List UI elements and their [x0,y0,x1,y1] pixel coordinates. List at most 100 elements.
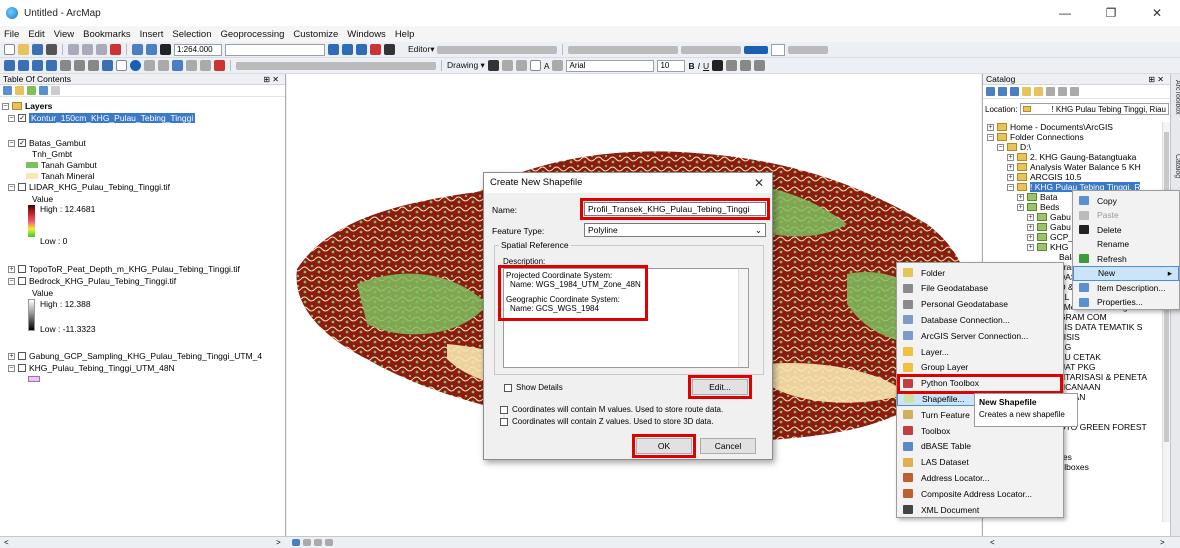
refresh-view-icon[interactable] [314,539,322,546]
zoom-in-icon[interactable] [4,60,15,71]
redo-icon[interactable] [146,44,157,55]
new-menu-item-xml-document[interactable]: XML Document [897,502,1063,517]
catalog-window-icon[interactable] [356,44,367,55]
catalog-tree-item[interactable]: + GCP_ [1027,232,1073,242]
georef-tools-strip[interactable] [681,45,742,54]
name-input[interactable]: Profil_Transek_KHG_Pulau_Tebing_Tinggi [584,202,766,216]
layers-root-row[interactable]: − Layers [2,101,52,111]
home-folder-icon[interactable] [1022,87,1031,96]
list-by-visibility-icon[interactable] [27,86,36,95]
toc-layer-topotor[interactable]: + TopoToR_Peat_Depth_m_KHG_Pulau_Tebing_… [8,264,240,274]
m-values-checkbox[interactable] [500,405,508,414]
hyperlink-icon[interactable] [144,60,155,71]
context-menu-item-paste[interactable]: Paste [1073,208,1179,223]
forward-icon[interactable] [998,87,1007,96]
close-window-button[interactable]: ✕ [1134,0,1180,26]
show-details-checkbox[interactable] [504,383,512,392]
new-menu-item-personal-geodatabase[interactable]: Personal Geodatabase [897,297,1063,312]
catalog-tree-item[interactable]: SIS DATA TEMATIK S [1059,322,1142,332]
collapse-icon[interactable]: − [2,102,9,110]
catalog-tree-item[interactable]: + Beds [1017,202,1059,212]
menu-selection[interactable]: Selection [172,29,211,40]
expand-icon[interactable]: + [8,352,15,360]
marker-color-icon[interactable] [754,60,766,71]
select-features-icon[interactable] [102,60,113,71]
expand-icon[interactable]: + [1027,213,1034,221]
full-extent-icon[interactable] [46,60,57,71]
catalog-tree-item[interactable]: + Home - Documents\ArcGIS [987,122,1113,132]
catalog-tree-item[interactable]: GRAM COM [1059,312,1107,322]
catalog-scroll-right[interactable]: > [1160,538,1165,547]
layer-visibility-checkbox[interactable] [18,364,26,372]
expand-icon[interactable]: + [1007,163,1014,171]
back-icon[interactable] [986,87,995,96]
analysis-tools-strip[interactable] [236,61,436,70]
new-menu-item-file-geodatabase[interactable]: File Geodatabase [897,281,1063,296]
drawing-menu[interactable]: Drawing ▾ [447,60,485,71]
copy-icon[interactable] [82,44,93,55]
context-menu-item-refresh[interactable]: Refresh [1073,251,1179,266]
ok-button[interactable]: OK [636,438,692,454]
map-scale-combo[interactable]: 1:264.000 [174,43,222,56]
expand-icon[interactable]: + [1027,243,1034,251]
print-icon[interactable] [46,44,57,55]
new-menu-item-address-locator[interactable]: Address Locator... [897,470,1063,485]
views-icon[interactable] [1046,87,1055,96]
list-by-selection-icon[interactable] [39,86,48,95]
catalog-scroll-left[interactable]: < [990,538,995,547]
expand-icon[interactable]: + [8,265,15,273]
expand-icon[interactable]: + [1017,203,1024,211]
description-scrollbar[interactable] [738,269,748,367]
up-one-level-icon[interactable] [1010,87,1019,96]
zoom-to-selected-icon[interactable] [515,60,527,71]
forward-extent-icon[interactable] [88,60,99,71]
undo-icon[interactable] [132,44,143,55]
toc-pin-close[interactable]: ⊞ ✕ [263,74,279,85]
z-values-row[interactable]: Coordinates will contain Z values. Used … [500,417,713,426]
expand-icon[interactable]: − [997,143,1004,151]
go-to-xy-icon[interactable] [186,60,197,71]
location-input[interactable]: ! KHG Pulau Tebing Tinggi, Riau [1020,103,1169,115]
collapse-icon[interactable]: − [8,277,15,285]
menu-customize[interactable]: Customize [293,29,338,40]
list-by-source-icon[interactable] [15,86,24,95]
toc-scroll-left[interactable]: < [4,538,9,547]
options-icon[interactable] [51,86,60,95]
catalog-tree-item[interactable]: UAT PKG [1059,362,1096,372]
catalog-tree-item[interactable]: + KHG [1027,242,1068,252]
menu-help[interactable]: Help [395,29,415,40]
menu-windows[interactable]: Windows [347,29,386,40]
minimize-button[interactable]: — [1042,0,1088,26]
new-document-icon[interactable] [4,44,15,55]
catalog-tree-item[interactable]: − D:\ [997,142,1031,152]
collapse-icon[interactable]: − [8,114,15,122]
feature-type-select[interactable]: Polyline ⌄ [584,223,766,237]
pause-drawing-icon[interactable] [325,539,333,546]
layer-visibility-checkbox[interactable]: ✓ [18,114,26,122]
editor-tools-strip[interactable] [437,45,558,54]
expand-icon[interactable]: + [1007,173,1014,181]
menu-view[interactable]: View [54,29,74,40]
connect-folder-icon[interactable] [1034,87,1043,96]
catalog-tree-item[interactable]: +2. KHG Gaung-Batangtuaka [1007,152,1136,162]
menu-insert[interactable]: Insert [140,29,164,40]
toc-layer-lidar[interactable]: − LIDAR_KHG_Pulau_Tebing_Tinggi.tif [8,182,170,192]
catalog-tree-item[interactable]: KU CETAK [1059,352,1101,362]
layer-visibility-checkbox[interactable] [18,277,26,285]
html-popup-icon[interactable] [214,60,225,71]
new-menu-item-composite-address-locator[interactable]: Composite Address Locator... [897,486,1063,501]
menu-geoprocessing[interactable]: Geoprocessing [220,29,284,40]
catalog-tree-item[interactable]: + ARCGIS 10.5 [1007,172,1082,182]
menu-file[interactable]: File [4,29,19,40]
expand-icon[interactable]: + [1027,233,1034,241]
z-values-checkbox[interactable] [500,417,508,426]
context-menu-item-properties[interactable]: Properties... [1073,295,1179,310]
expand-icon[interactable]: + [1017,193,1024,201]
snapping-tools-strip[interactable] [568,45,679,54]
paste-icon[interactable] [96,44,107,55]
options-icon[interactable] [1070,87,1079,96]
toc-layer-batas-gambut[interactable]: − ✓ Batas_Gambut [8,138,86,148]
collapse-icon[interactable]: − [8,364,15,372]
maximize-button[interactable]: ❐ [1088,0,1134,26]
catalog-tree-item[interactable]: + Gabu [1027,222,1071,232]
